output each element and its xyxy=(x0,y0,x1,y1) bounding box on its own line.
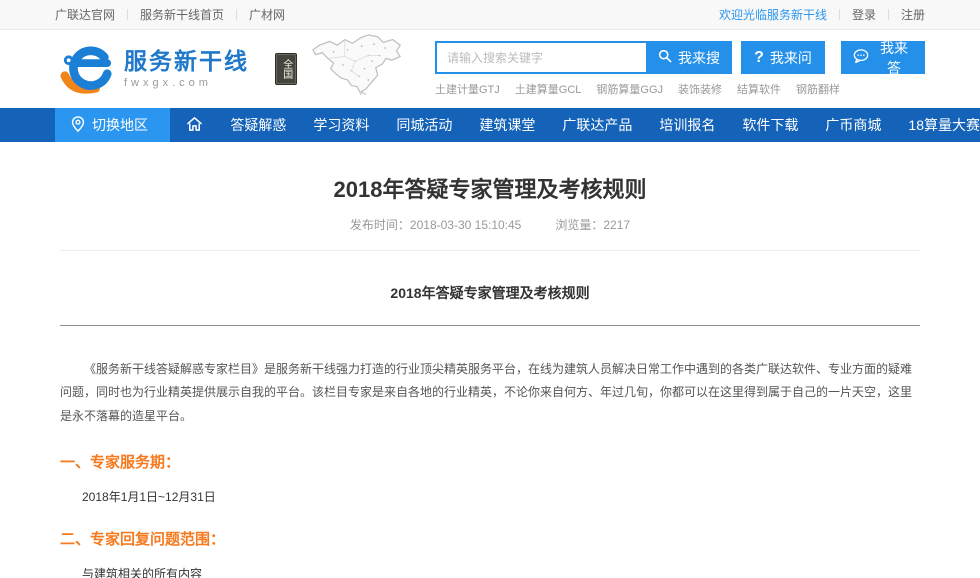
search-button[interactable]: 我来搜 xyxy=(646,41,732,74)
nav-item-mall[interactable]: 广币商城 xyxy=(825,115,881,135)
nav-item-qa[interactable]: 答疑解惑 xyxy=(230,115,286,135)
section-text: 与建筑相关的所有内容 xyxy=(82,565,920,578)
content-divider xyxy=(60,325,920,326)
location-pin-icon xyxy=(71,116,85,135)
top-links: 广联达官网 服务新干线首页 广材网 xyxy=(55,6,285,23)
nav-item-training[interactable]: 培训报名 xyxy=(659,115,715,135)
section-heading: 二、专家回复问题范围： xyxy=(60,528,920,549)
home-icon xyxy=(186,116,203,135)
site-header: 服务新干线 fwxgx.com 全国 xyxy=(0,30,980,108)
hot-keyword-link[interactable]: 装饰装修 xyxy=(678,81,722,97)
hot-keyword-link[interactable]: 钢筋翻样 xyxy=(796,81,840,97)
nav-item-learning[interactable]: 学习资料 xyxy=(313,115,369,135)
main-nav: 切换地区 答疑解惑 学习资料 同城活动 建筑课堂 广联达产品 培训报名 软件下载… xyxy=(0,108,980,142)
region-switch-button[interactable]: 切换地区 xyxy=(55,108,170,142)
separator xyxy=(839,9,840,20)
search-icon xyxy=(658,49,672,66)
search-button-label: 我来搜 xyxy=(678,48,720,68)
logo-icon xyxy=(60,40,114,99)
section-service-period: 一、专家服务期： 2018年1月1日~12月31日 xyxy=(60,451,920,505)
separator xyxy=(127,9,128,20)
nav-items: 答疑解惑 学习资料 同城活动 建筑课堂 广联达产品 培训报名 软件下载 广币商城… xyxy=(186,115,980,135)
article-title: 2018年答疑专家管理及考核规则 xyxy=(60,172,920,204)
hot-keyword-link[interactable]: 钢筋算量GGJ xyxy=(596,81,663,97)
section-reply-scope: 二、专家回复问题范围： 与建筑相关的所有内容 xyxy=(60,528,920,578)
publish-time: 发布时间：2018-03-30 15:10:45 xyxy=(350,216,521,233)
nav-home-button[interactable] xyxy=(186,116,203,135)
ask-button-label: 我来问 xyxy=(770,48,812,68)
answer-button-label: 我来答 xyxy=(875,38,913,78)
logo-texts: 服务新干线 fwxgx.com xyxy=(124,49,249,89)
separator xyxy=(236,9,237,20)
top-bar-right: 欢迎光临服务新干线 登录 注册 xyxy=(719,6,925,23)
logo-domain: fwxgx.com xyxy=(124,77,249,89)
nav-item-contest[interactable]: 18算量大赛 xyxy=(908,115,980,135)
top-link-gcw[interactable]: 广材网 xyxy=(249,6,285,23)
section-heading: 一、专家服务期： xyxy=(60,451,920,472)
hot-keyword-link[interactable]: 土建计量GTJ xyxy=(435,81,500,97)
login-link[interactable]: 登录 xyxy=(852,6,876,23)
section-text: 2018年1月1日~12月31日 xyxy=(82,488,920,505)
article-meta: 发布时间：2018-03-30 15:10:45 浏览量：2217 xyxy=(60,216,920,233)
top-link-fwxgx-home[interactable]: 服务新干线首页 xyxy=(140,6,224,23)
content-subtitle: 2018年答疑专家管理及考核规则 xyxy=(60,283,920,303)
site-logo[interactable]: 服务新干线 fwxgx.com xyxy=(60,40,249,99)
search-area: 我来搜 ? 我来问 我来答 土建计量GTJ 土建算量GCL 钢筋算量 xyxy=(435,41,925,97)
search-input[interactable] xyxy=(435,41,646,74)
nav-item-city-activity[interactable]: 同城活动 xyxy=(396,115,452,135)
ask-button[interactable]: ? 我来问 xyxy=(741,41,825,74)
hot-keyword-link[interactable]: 结算软件 xyxy=(737,81,781,97)
question-icon: ? xyxy=(754,49,764,67)
answer-button[interactable]: 我来答 xyxy=(841,41,925,74)
nav-item-download[interactable]: 软件下载 xyxy=(742,115,798,135)
header-divider xyxy=(60,250,920,251)
hot-keywords: 土建计量GTJ 土建算量GCL 钢筋算量GGJ 装饰装修 结算软件 钢筋翻样 xyxy=(435,81,925,97)
china-map-icon xyxy=(309,33,405,100)
hot-keyword-link[interactable]: 土建算量GCL xyxy=(515,81,582,97)
welcome-text: 欢迎光临服务新干线 xyxy=(719,6,827,23)
article-intro: 《服务新干线答疑解惑专家栏目》是服务新干线强力打造的行业顶尖精英服务平台，在线为… xyxy=(60,358,920,428)
register-link[interactable]: 注册 xyxy=(901,6,925,23)
separator xyxy=(888,9,889,20)
view-count: 浏览量：2217 xyxy=(555,216,630,233)
nationwide-stamp: 全国 xyxy=(275,53,297,85)
logo-title: 服务新干线 xyxy=(124,49,249,74)
nav-item-products[interactable]: 广联达产品 xyxy=(562,115,632,135)
region-switch-label: 切换地区 xyxy=(92,115,148,135)
top-link-gld-official[interactable]: 广联达官网 xyxy=(55,6,115,23)
top-bar: 广联达官网 服务新干线首页 广材网 欢迎光临服务新干线 登录 注册 xyxy=(0,0,980,30)
chat-bubble-icon xyxy=(853,49,869,66)
article-main: 2018年答疑专家管理及考核规则 发布时间：2018-03-30 15:10:4… xyxy=(0,172,980,578)
nav-item-classroom[interactable]: 建筑课堂 xyxy=(479,115,535,135)
